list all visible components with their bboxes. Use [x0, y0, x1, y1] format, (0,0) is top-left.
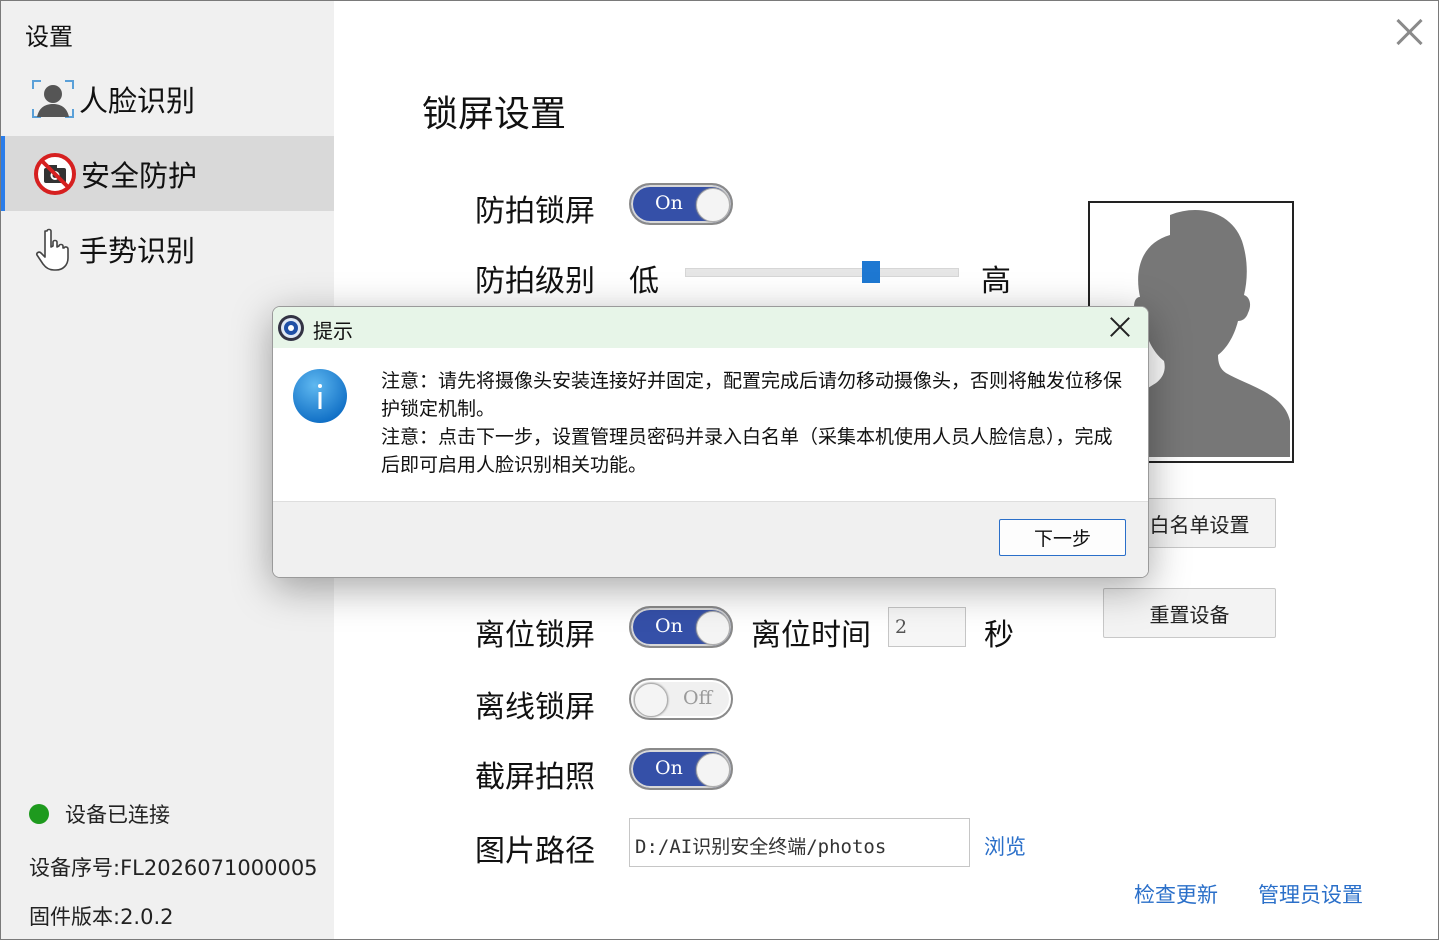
anti-photo-level-label: 防拍级别 — [475, 264, 595, 299]
away-lock-toggle[interactable]: On — [629, 606, 733, 648]
browse-link[interactable]: 浏览 — [984, 831, 1026, 861]
level-slider-thumb[interactable] — [862, 261, 881, 283]
away-lock-label: 离位锁屏 — [475, 618, 595, 653]
toggle-knob — [696, 753, 730, 787]
screenshot-photo-label: 截屏拍照 — [475, 760, 595, 795]
sidebar-item-label: 安全防护 — [81, 158, 198, 193]
toggle-state-text: On — [655, 757, 683, 779]
toggle-state-text: On — [655, 192, 683, 214]
status-dot-icon — [29, 804, 49, 824]
dialog-message-line: 注意：点击下一步，设置管理员密码并录入白名单（采集本机使用人员人脸信息），完成后… — [381, 426, 1113, 476]
screenshot-photo-toggle[interactable]: On — [629, 748, 733, 790]
dialog-message: 注意：请先将摄像头安装连接好并固定，配置完成后请勿移动摄像头，否则将触发位移保护… — [381, 367, 1126, 479]
settings-window: 设置 人脸识别 安全防护 手势识别 设备已连接 设备序号:FL202607100… — [0, 0, 1439, 940]
sidebar-item-label: 人脸识别 — [79, 83, 196, 118]
dialog-message-line: 注意：请先将摄像头安装连接好并固定，配置完成后请勿移动摄像头，否则将触发位移保护… — [381, 370, 1123, 420]
sidebar-item-face-recognition[interactable]: 人脸识别 — [1, 61, 334, 136]
app-title: 设置 — [25, 23, 73, 51]
device-serial: 设备序号:FL2026071000005 — [29, 856, 318, 880]
dialog-close-icon[interactable] — [1109, 316, 1131, 338]
toggle-state-text: Off — [683, 687, 713, 709]
offline-lock-label: 离线锁屏 — [475, 690, 595, 725]
dialog-title: 提示 — [313, 319, 353, 343]
anti-photo-lock-toggle[interactable]: On — [629, 183, 733, 225]
anti-photo-lock-label: 防拍锁屏 — [475, 194, 595, 229]
away-time-input[interactable]: 2 — [888, 607, 966, 647]
notice-dialog: 提示 注意：请先将摄像头安装连接好并固定，配置完成后请勿移动摄像头，否则将触发位… — [272, 306, 1149, 578]
check-update-link[interactable]: 检查更新 — [1134, 879, 1218, 909]
toggle-knob — [696, 611, 730, 645]
no-camera-icon — [33, 152, 77, 196]
toggle-state-text: On — [655, 615, 683, 637]
photo-path-input[interactable]: D:/AI识别安全终端/photos — [629, 818, 970, 867]
connection-status: 设备已连接 — [29, 799, 170, 829]
dialog-footer: 下一步 — [273, 501, 1148, 577]
toggle-knob — [634, 683, 668, 717]
reset-device-button[interactable]: 重置设备 — [1103, 588, 1276, 638]
slider-low-label: 低 — [629, 264, 659, 299]
offline-lock-toggle[interactable]: Off — [629, 678, 733, 720]
info-icon — [292, 368, 348, 424]
window-close-icon[interactable] — [1393, 15, 1425, 47]
firmware-version: 固件版本:2.0.2 — [29, 905, 174, 929]
photo-path-label: 图片路径 — [475, 834, 595, 869]
admin-settings-link[interactable]: 管理员设置 — [1258, 879, 1363, 909]
away-time-label: 离位时间 — [751, 618, 871, 653]
dialog-titlebar: 提示 — [273, 307, 1148, 348]
slider-high-label: 高 — [981, 264, 1011, 299]
seconds-unit-label: 秒 — [984, 618, 1014, 653]
sidebar-item-security[interactable]: 安全防护 — [1, 136, 334, 211]
next-step-button[interactable]: 下一步 — [999, 519, 1126, 556]
level-slider-track[interactable] — [685, 268, 959, 277]
toggle-knob — [696, 188, 730, 222]
sidebar-item-label: 手势识别 — [79, 233, 196, 268]
page-title: 锁屏设置 — [422, 94, 567, 135]
hand-pointer-icon — [31, 227, 75, 271]
status-text: 设备已连接 — [65, 803, 170, 827]
app-logo-icon — [277, 314, 305, 342]
face-id-icon — [31, 77, 75, 121]
sidebar-item-gesture-recognition[interactable]: 手势识别 — [1, 211, 334, 286]
